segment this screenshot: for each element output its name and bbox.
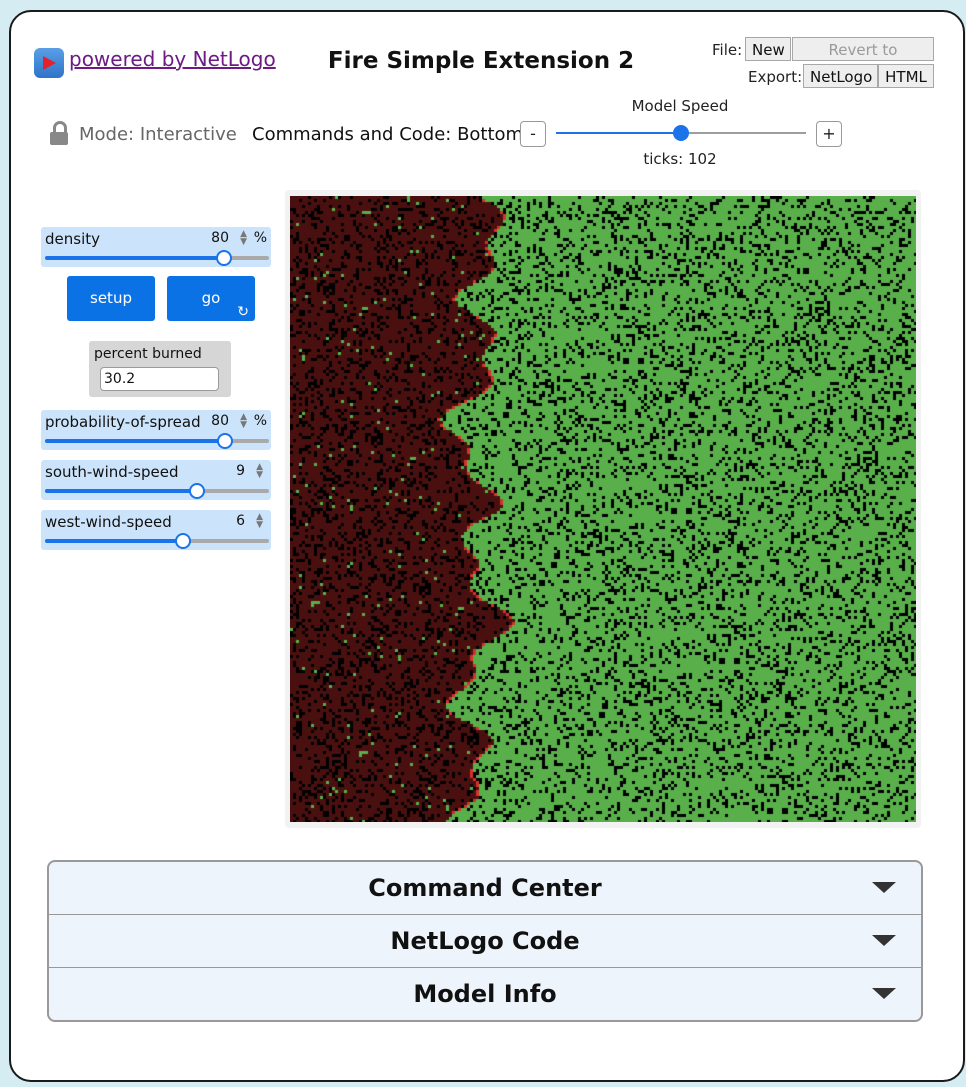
slider-unit: %: [253, 230, 267, 246]
export-label: Export:: [748, 68, 803, 86]
slider-label: west-wind-speed: [45, 513, 172, 531]
forever-icon: ↻: [237, 304, 249, 320]
percent-burned-monitor: percent burned 30.2: [89, 341, 231, 397]
world-view[interactable]: [290, 196, 916, 822]
expand-arrow-icon[interactable]: [872, 882, 896, 893]
slider-label: probability-of-spread: [45, 413, 201, 431]
west-wind-speed-slider[interactable]: west-wind-speed 6 ▲ ▼: [41, 510, 271, 550]
speed-slider-thumb[interactable]: [673, 125, 689, 141]
netlogo-code-title: NetLogo Code: [390, 927, 580, 955]
spinner-icon[interactable]: ▲ ▼: [256, 463, 263, 480]
slider-value[interactable]: 9: [236, 463, 245, 479]
command-center-header[interactable]: Command Center: [49, 862, 921, 914]
expand-arrow-icon[interactable]: [872, 988, 896, 999]
slider-thumb[interactable]: [175, 533, 191, 549]
slider-label: density: [45, 230, 100, 248]
slider-fill: [45, 489, 195, 493]
slider-unit: %: [253, 413, 267, 429]
model-title: Fire Simple Extension 2: [327, 48, 635, 74]
speed-slider-fill: [556, 132, 682, 134]
slider-thumb[interactable]: [216, 250, 232, 266]
slider-thumb[interactable]: [217, 433, 233, 449]
revert-button: Revert to Original: [792, 37, 934, 83]
lock-icon[interactable]: [50, 132, 68, 145]
expand-arrow-icon[interactable]: [872, 935, 896, 946]
mode-label: Mode: Interactive: [79, 124, 237, 145]
slider-track[interactable]: [227, 439, 269, 443]
ticks-counter: ticks: 102: [643, 150, 717, 168]
command-center-title: Command Center: [368, 874, 602, 902]
commands-position-toggle[interactable]: Commands and Code: Bottom: [252, 124, 523, 145]
export-netlogo-button[interactable]: NetLogo: [803, 64, 878, 88]
export-html-button[interactable]: HTML: [878, 64, 934, 88]
accordion-panels: Command Center NetLogo Code Model Info: [47, 860, 923, 1022]
go-button-label: go: [201, 289, 221, 307]
model-speed-label: Model Speed: [631, 97, 729, 115]
slider-label: south-wind-speed: [45, 463, 179, 481]
speed-increase-button[interactable]: +: [816, 121, 842, 147]
density-slider[interactable]: density 80 ▲ ▼ %: [41, 227, 271, 267]
netlogo-logo-arrow: [43, 56, 56, 70]
spinner-icon[interactable]: ▲ ▼: [240, 413, 247, 430]
monitor-value: 30.2: [100, 367, 219, 391]
slider-track[interactable]: [183, 539, 269, 543]
slider-fill: [45, 256, 223, 260]
south-wind-speed-slider[interactable]: south-wind-speed 9 ▲ ▼: [41, 460, 271, 500]
file-label: File:: [712, 41, 743, 59]
slider-thumb[interactable]: [189, 483, 205, 499]
setup-button[interactable]: setup: [67, 276, 155, 321]
slider-value[interactable]: 6: [236, 513, 245, 529]
monitor-label: percent burned: [94, 346, 202, 362]
netlogo-code-header[interactable]: NetLogo Code: [49, 915, 921, 967]
spinner-icon[interactable]: ▲ ▼: [240, 230, 247, 247]
go-button[interactable]: go ↻: [167, 276, 255, 321]
spinner-icon[interactable]: ▲ ▼: [256, 513, 263, 530]
slider-fill: [45, 539, 181, 543]
powered-by-link[interactable]: powered by NetLogo: [69, 47, 276, 71]
slider-track[interactable]: [197, 489, 269, 493]
probability-of-spread-slider[interactable]: probability-of-spread 80 ▲ ▼ %: [41, 410, 271, 450]
slider-value[interactable]: 80: [211, 230, 229, 246]
new-button[interactable]: New: [745, 37, 791, 61]
speed-slider-track[interactable]: [682, 132, 806, 134]
slider-value[interactable]: 80: [211, 413, 229, 429]
model-info-header[interactable]: Model Info: [49, 968, 921, 1020]
speed-decrease-button[interactable]: -: [520, 121, 546, 147]
model-info-title: Model Info: [413, 980, 557, 1008]
slider-fill: [45, 439, 225, 443]
